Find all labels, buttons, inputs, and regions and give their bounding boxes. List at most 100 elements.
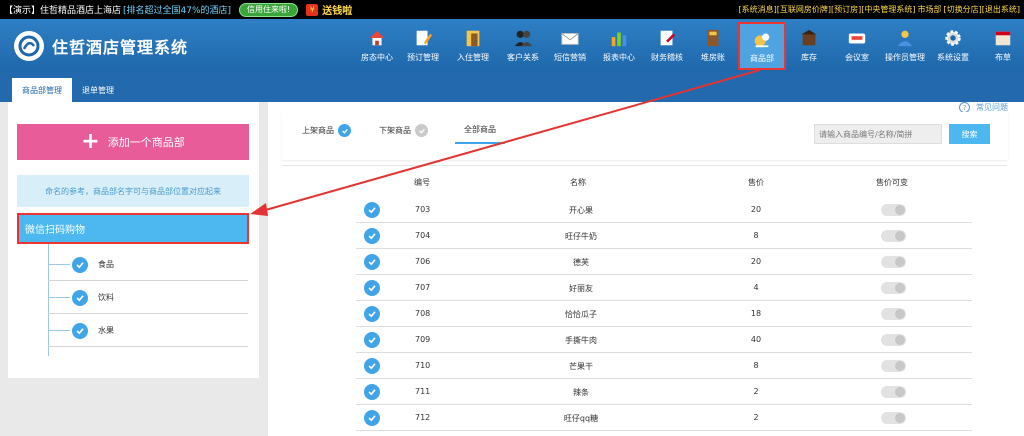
sms-envelope-icon — [559, 27, 581, 49]
table-row[interactable]: 712 旺仔qq糖 2 — [356, 405, 972, 431]
logo-icon — [14, 30, 44, 61]
nav-linen[interactable]: 布草 — [980, 23, 1024, 68]
check-icon[interactable] — [364, 384, 380, 400]
price-variable-toggle[interactable] — [881, 412, 906, 424]
ledger-book-icon — [702, 27, 724, 49]
check-icon[interactable] — [364, 254, 380, 270]
booking-room-link[interactable]: [预订房] — [831, 4, 861, 15]
nav-reports[interactable]: 报表中心 — [596, 23, 642, 68]
price-variable-toggle[interactable] — [881, 334, 906, 346]
report-chart-icon — [608, 27, 630, 49]
nav-room-status[interactable]: 房态中心 — [354, 23, 400, 68]
switch-branch-link[interactable]: [切换分店] — [944, 4, 982, 15]
cell-id: 704 — [415, 231, 431, 240]
nav-goods-dept[interactable]: 商品部 — [738, 22, 786, 70]
filter-tab-all[interactable]: 全部商品 — [464, 124, 496, 135]
subcategory-item[interactable]: 水果 — [48, 315, 248, 347]
cell-price: 2 — [753, 413, 759, 422]
table-row[interactable]: 706 德芙 20 — [356, 249, 972, 275]
price-variable-toggle[interactable] — [881, 230, 906, 242]
check-icon[interactable] — [364, 306, 380, 322]
cell-name: 辣条 — [573, 388, 589, 397]
check-icon — [415, 124, 428, 137]
check-icon[interactable] — [364, 280, 380, 296]
hotel-rank-link[interactable]: [排名超过全国47%的酒店] — [123, 3, 231, 16]
hotel-demo-label: 【演示】住哲精品酒店上海店 — [4, 6, 122, 16]
price-variable-toggle[interactable] — [881, 386, 906, 398]
cell-id: 709 — [415, 335, 431, 344]
gift-promo-link[interactable]: 送钱啦 — [322, 2, 352, 17]
check-icon[interactable] — [364, 202, 380, 218]
column-header-price-variable: 售价可变 — [876, 178, 908, 187]
nav-meeting-room[interactable]: 会议室 — [834, 23, 880, 68]
subcategory-label: 食品 — [98, 260, 114, 269]
nav-audit[interactable]: 财务稽核 — [644, 23, 690, 68]
cell-id: 708 — [415, 309, 431, 318]
table-row[interactable]: 709 手撕牛肉 40 — [356, 327, 972, 353]
audit-icon — [656, 27, 678, 49]
table-row[interactable]: 703 开心果 20 — [356, 197, 972, 223]
nav-sms[interactable]: 短信营销 — [547, 23, 593, 68]
table-row[interactable]: 710 芒果干 8 — [356, 353, 972, 379]
table-row[interactable]: 704 旺仔牛奶 8 — [356, 223, 972, 249]
table-row[interactable]: 707 好丽友 4 — [356, 275, 972, 301]
linen-icon — [992, 27, 1014, 49]
nav-booking[interactable]: 预订管理 — [400, 23, 446, 68]
check-icon[interactable] — [364, 332, 380, 348]
active-tab-indicator — [455, 142, 505, 144]
goods-search-input[interactable] — [814, 124, 942, 144]
table-row[interactable]: 711 辣条 2 — [356, 379, 972, 405]
central-system-link[interactable]: [中央管理系统] — [861, 4, 915, 15]
check-icon[interactable] — [364, 358, 380, 374]
tab-goods-management[interactable]: 商品部管理 — [12, 78, 72, 102]
gift-icon[interactable]: ¥ — [306, 3, 319, 16]
price-variable-toggle[interactable] — [881, 256, 906, 268]
table-row[interactable]: 708 恰恰瓜子 18 — [356, 301, 972, 327]
nav-room-ledger[interactable]: 堆房账 — [690, 23, 736, 68]
app-title: 住哲酒店管理系统 — [52, 37, 189, 57]
goods-dept-item-wechat[interactable]: 微信扫码购物 — [17, 213, 249, 244]
credit-stay-button[interactable]: 信用住来啦! — [239, 2, 299, 17]
market-dept-link[interactable]: 市场部 — [918, 4, 942, 15]
cell-price: 20 — [750, 257, 762, 266]
subcategory-item[interactable]: 食品 — [48, 249, 248, 281]
settings-gear-icon — [942, 27, 964, 49]
nav-checkin[interactable]: 入住管理 — [450, 23, 496, 68]
cell-name: 旺仔qq糖 — [563, 414, 599, 423]
price-variable-toggle[interactable] — [881, 360, 906, 372]
tab-refund-management[interactable]: 退单管理 — [76, 78, 120, 102]
filter-tab-off-shelf[interactable]: 下架商品 — [379, 124, 428, 137]
divider — [282, 165, 1007, 166]
subcategory-item[interactable]: 饮料 — [48, 282, 248, 314]
naming-tip: 命名的参考，商品部名字可与商品部位置对应起来 — [17, 175, 249, 207]
system-message-link[interactable]: [系统消息] — [739, 4, 777, 15]
cell-price: 4 — [753, 283, 759, 292]
nav-operator-mgmt[interactable]: 操作员管理 — [880, 23, 930, 68]
price-variable-toggle[interactable] — [881, 282, 906, 294]
check-icon[interactable] — [364, 228, 380, 244]
cell-name: 开心果 — [569, 206, 593, 215]
logout-link[interactable]: [退出系统] — [982, 4, 1020, 15]
price-variable-toggle[interactable] — [881, 204, 906, 216]
cell-price: 18 — [750, 309, 762, 318]
customers-icon — [512, 27, 534, 49]
check-icon — [72, 322, 88, 339]
checkin-door-icon — [462, 27, 484, 49]
cell-id: 707 — [415, 283, 431, 292]
nav-customers[interactable]: 客户关系 — [500, 23, 546, 68]
internet-price-link[interactable]: [互联网房价牌] — [777, 4, 831, 15]
nav-system-settings[interactable]: 系统设置 — [930, 23, 976, 68]
subcategory-label: 饮料 — [98, 293, 114, 302]
add-goods-dept-button[interactable]: + 添加一个商品部 — [17, 124, 249, 160]
nav-inventory[interactable]: 库存 — [786, 23, 832, 68]
search-button[interactable]: 搜索 — [949, 124, 990, 144]
column-header-id: 编号 — [414, 178, 430, 187]
check-icon[interactable] — [364, 410, 380, 426]
cell-name: 芒果干 — [569, 362, 593, 371]
filter-tab-on-shelf[interactable]: 上架商品 — [302, 124, 351, 137]
cell-name: 手撕牛肉 — [565, 336, 597, 345]
sub-nav-bar: 商品部管理 退单管理 — [0, 72, 1024, 102]
cell-name: 恰恰瓜子 — [565, 310, 597, 319]
cell-name: 旺仔牛奶 — [565, 232, 597, 241]
price-variable-toggle[interactable] — [881, 308, 906, 320]
